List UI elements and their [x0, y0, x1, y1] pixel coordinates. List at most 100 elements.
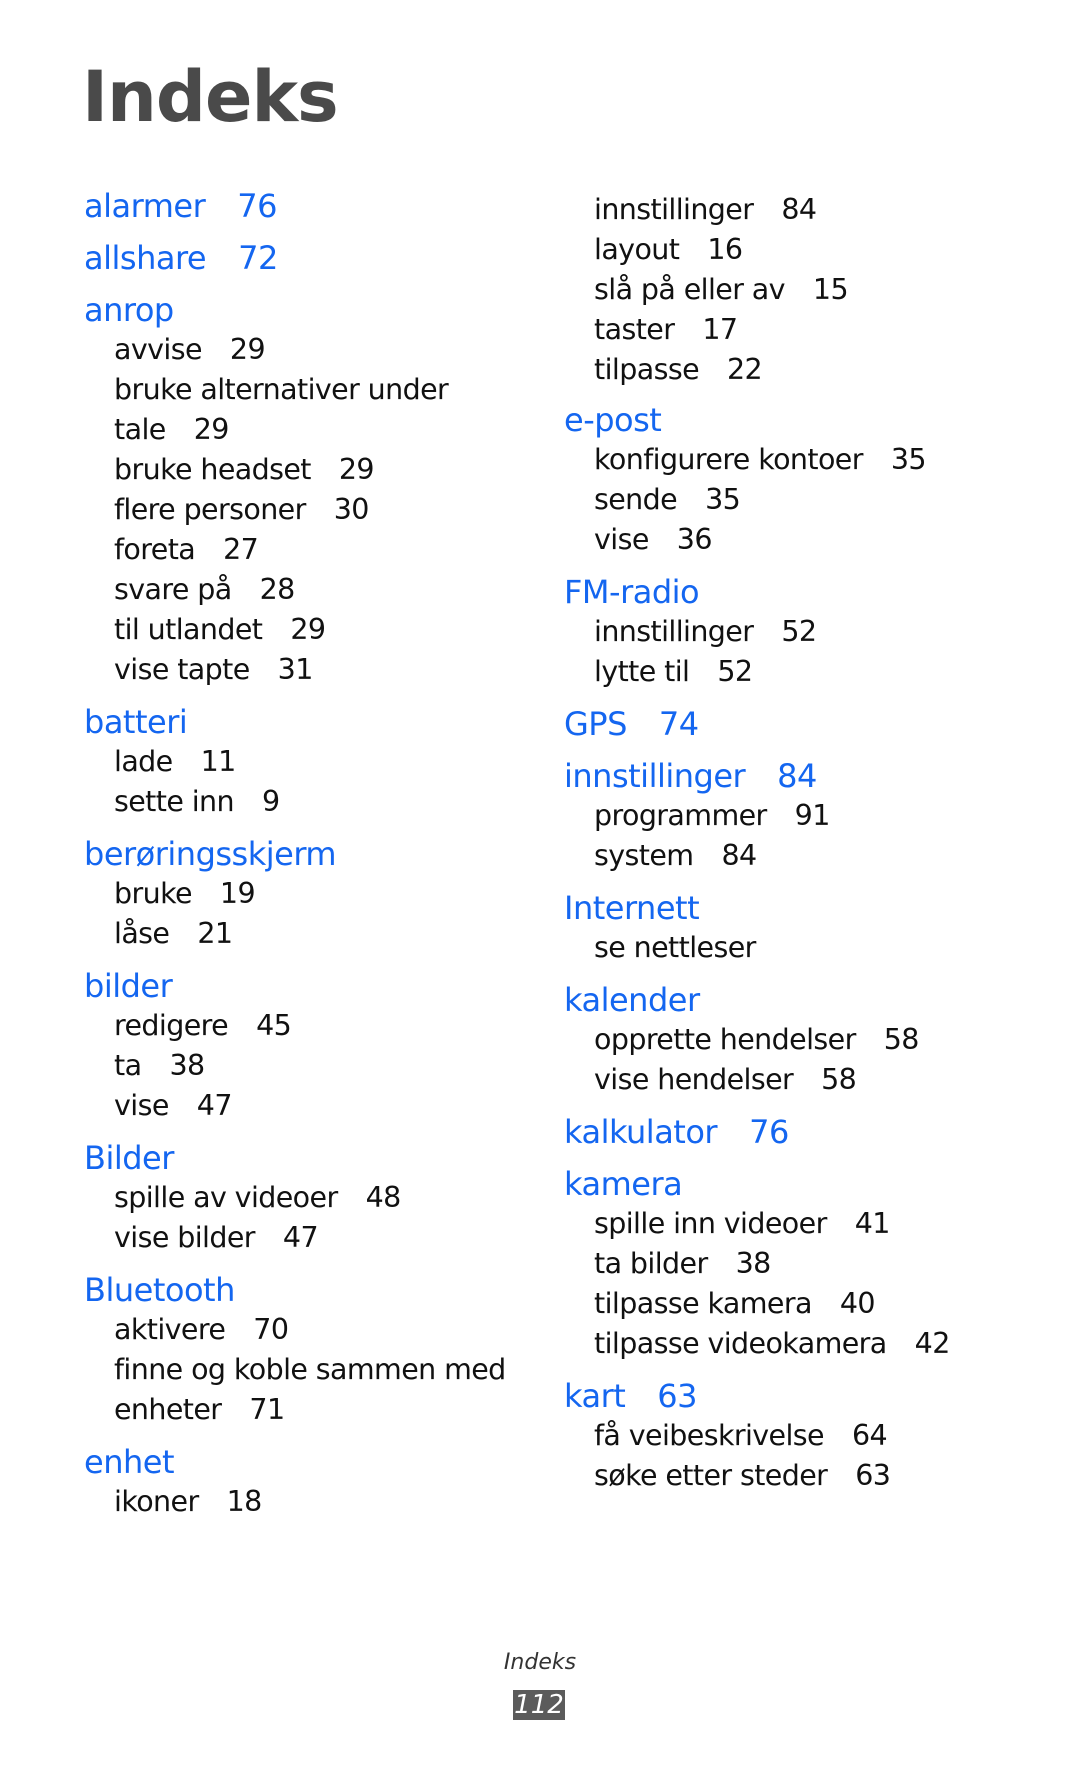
subentry-page-number[interactable]: 29: [339, 453, 375, 486]
index-subentry[interactable]: tilpasse kamera 40: [564, 1284, 1034, 1324]
term-page-number[interactable]: 76: [749, 1113, 789, 1151]
index-term[interactable]: Bilder: [84, 1138, 524, 1178]
subentry-page-number[interactable]: 19: [220, 877, 256, 910]
index-subentry[interactable]: ikoner 18: [84, 1482, 524, 1522]
index-subentry[interactable]: flere personer 30: [84, 490, 524, 530]
subentry-page-number[interactable]: 84: [781, 193, 817, 226]
index-subentry[interactable]: bruke alternativer under: [84, 370, 524, 410]
index-subentry[interactable]: avvise 29: [84, 330, 524, 370]
subentry-page-number[interactable]: 9: [262, 785, 280, 818]
index-term[interactable]: kalender: [564, 980, 1034, 1020]
subentry-page-number[interactable]: 21: [197, 917, 233, 950]
index-subentry[interactable]: bruke headset 29: [84, 450, 524, 490]
index-subentry[interactable]: lytte til 52: [564, 652, 1034, 692]
subentry-page-number[interactable]: 31: [278, 653, 314, 686]
subentry-page-number[interactable]: 40: [840, 1287, 876, 1320]
subentry-page-number[interactable]: 11: [201, 745, 237, 778]
index-subentry[interactable]: til utlandet 29: [84, 610, 524, 650]
subentry-page-number[interactable]: 22: [727, 353, 763, 386]
subentry-page-number[interactable]: 47: [283, 1221, 319, 1254]
index-subentry[interactable]: spille av videoer 48: [84, 1178, 524, 1218]
subentry-page-number[interactable]: 63: [855, 1459, 891, 1492]
index-subentry[interactable]: vise 36: [564, 520, 1034, 560]
subentry-page-number[interactable]: 58: [821, 1063, 857, 1096]
term-page-number[interactable]: 63: [657, 1377, 697, 1415]
index-term[interactable]: kart 63: [564, 1376, 1034, 1416]
index-term[interactable]: e-post: [564, 400, 1034, 440]
index-subentry[interactable]: tale 29: [84, 410, 524, 450]
index-subentry[interactable]: system 84: [564, 836, 1034, 876]
index-subentry[interactable]: svare på 28: [84, 570, 524, 610]
subentry-page-number[interactable]: 35: [705, 483, 741, 516]
index-subentry[interactable]: spille inn videoer 41: [564, 1204, 1034, 1244]
index-subentry[interactable]: layout 16: [564, 230, 1034, 270]
subentry-page-number[interactable]: 41: [855, 1207, 891, 1240]
subentry-page-number[interactable]: 84: [721, 839, 757, 872]
term-page-number[interactable]: 74: [659, 705, 699, 743]
subentry-page-number[interactable]: 64: [852, 1419, 888, 1452]
subentry-page-number[interactable]: 16: [707, 233, 743, 266]
index-subentry[interactable]: vise 47: [84, 1086, 524, 1126]
subentry-page-number[interactable]: 35: [891, 443, 927, 476]
index-subentry[interactable]: sende 35: [564, 480, 1034, 520]
subentry-page-number[interactable]: 29: [230, 333, 266, 366]
subentry-page-number[interactable]: 36: [677, 523, 713, 556]
subentry-page-number[interactable]: 52: [717, 655, 753, 688]
index-term[interactable]: allshare 72: [84, 238, 524, 278]
term-page-number[interactable]: 84: [777, 757, 817, 795]
index-subentry[interactable]: innstillinger 84: [564, 190, 1034, 230]
subentry-page-number[interactable]: 52: [781, 615, 817, 648]
index-subentry[interactable]: programmer 91: [564, 796, 1034, 836]
subentry-page-number[interactable]: 27: [223, 533, 259, 566]
index-subentry[interactable]: konfigurere kontoer 35: [564, 440, 1034, 480]
term-page-number[interactable]: 76: [237, 187, 277, 225]
index-subentry[interactable]: vise tapte 31: [84, 650, 524, 690]
subentry-page-number[interactable]: 30: [334, 493, 370, 526]
index-term[interactable]: batteri: [84, 702, 524, 742]
subentry-page-number[interactable]: 29: [194, 413, 230, 446]
term-page-number[interactable]: 72: [238, 239, 278, 277]
index-subentry[interactable]: ta bilder 38: [564, 1244, 1034, 1284]
index-subentry[interactable]: foreta 27: [84, 530, 524, 570]
index-subentry[interactable]: slå på eller av 15: [564, 270, 1034, 310]
index-subentry[interactable]: se nettleser: [564, 928, 1034, 968]
index-subentry[interactable]: låse 21: [84, 914, 524, 954]
index-subentry[interactable]: ta 38: [84, 1046, 524, 1086]
index-term[interactable]: Bluetooth: [84, 1270, 524, 1310]
subentry-page-number[interactable]: 18: [227, 1485, 263, 1518]
subentry-page-number[interactable]: 91: [795, 799, 831, 832]
index-subentry[interactable]: lade 11: [84, 742, 524, 782]
index-subentry[interactable]: vise hendelser 58: [564, 1060, 1034, 1100]
index-subentry[interactable]: redigere 45: [84, 1006, 524, 1046]
index-subentry[interactable]: få veibeskrivelse 64: [564, 1416, 1034, 1456]
index-term[interactable]: kamera: [564, 1164, 1034, 1204]
subentry-page-number[interactable]: 58: [884, 1023, 920, 1056]
subentry-page-number[interactable]: 42: [915, 1327, 951, 1360]
index-term[interactable]: anrop: [84, 290, 524, 330]
subentry-page-number[interactable]: 71: [249, 1393, 285, 1426]
index-subentry[interactable]: opprette hendelser 58: [564, 1020, 1034, 1060]
index-term[interactable]: innstillinger 84: [564, 756, 1034, 796]
index-term[interactable]: GPS 74: [564, 704, 1034, 744]
subentry-page-number[interactable]: 15: [813, 273, 849, 306]
subentry-page-number[interactable]: 38: [169, 1049, 205, 1082]
index-term[interactable]: enhet: [84, 1442, 524, 1482]
subentry-page-number[interactable]: 17: [702, 313, 738, 346]
index-term[interactable]: kalkulator 76: [564, 1112, 1034, 1152]
index-subentry[interactable]: enheter 71: [84, 1390, 524, 1430]
subentry-page-number[interactable]: 70: [253, 1313, 289, 1346]
subentry-page-number[interactable]: 47: [197, 1089, 233, 1122]
index-term[interactable]: alarmer 76: [84, 186, 524, 226]
index-subentry[interactable]: finne og koble sammen med: [84, 1350, 524, 1390]
index-subentry[interactable]: aktivere 70: [84, 1310, 524, 1350]
index-subentry[interactable]: tilpasse videokamera 42: [564, 1324, 1034, 1364]
index-term[interactable]: berøringsskjerm: [84, 834, 524, 874]
index-subentry[interactable]: sette inn 9: [84, 782, 524, 822]
index-subentry[interactable]: taster 17: [564, 310, 1034, 350]
subentry-page-number[interactable]: 45: [256, 1009, 292, 1042]
subentry-page-number[interactable]: 28: [260, 573, 296, 606]
index-term[interactable]: FM-radio: [564, 572, 1034, 612]
subentry-page-number[interactable]: 38: [736, 1247, 772, 1280]
subentry-page-number[interactable]: 48: [366, 1181, 402, 1214]
index-subentry[interactable]: tilpasse 22: [564, 350, 1034, 390]
